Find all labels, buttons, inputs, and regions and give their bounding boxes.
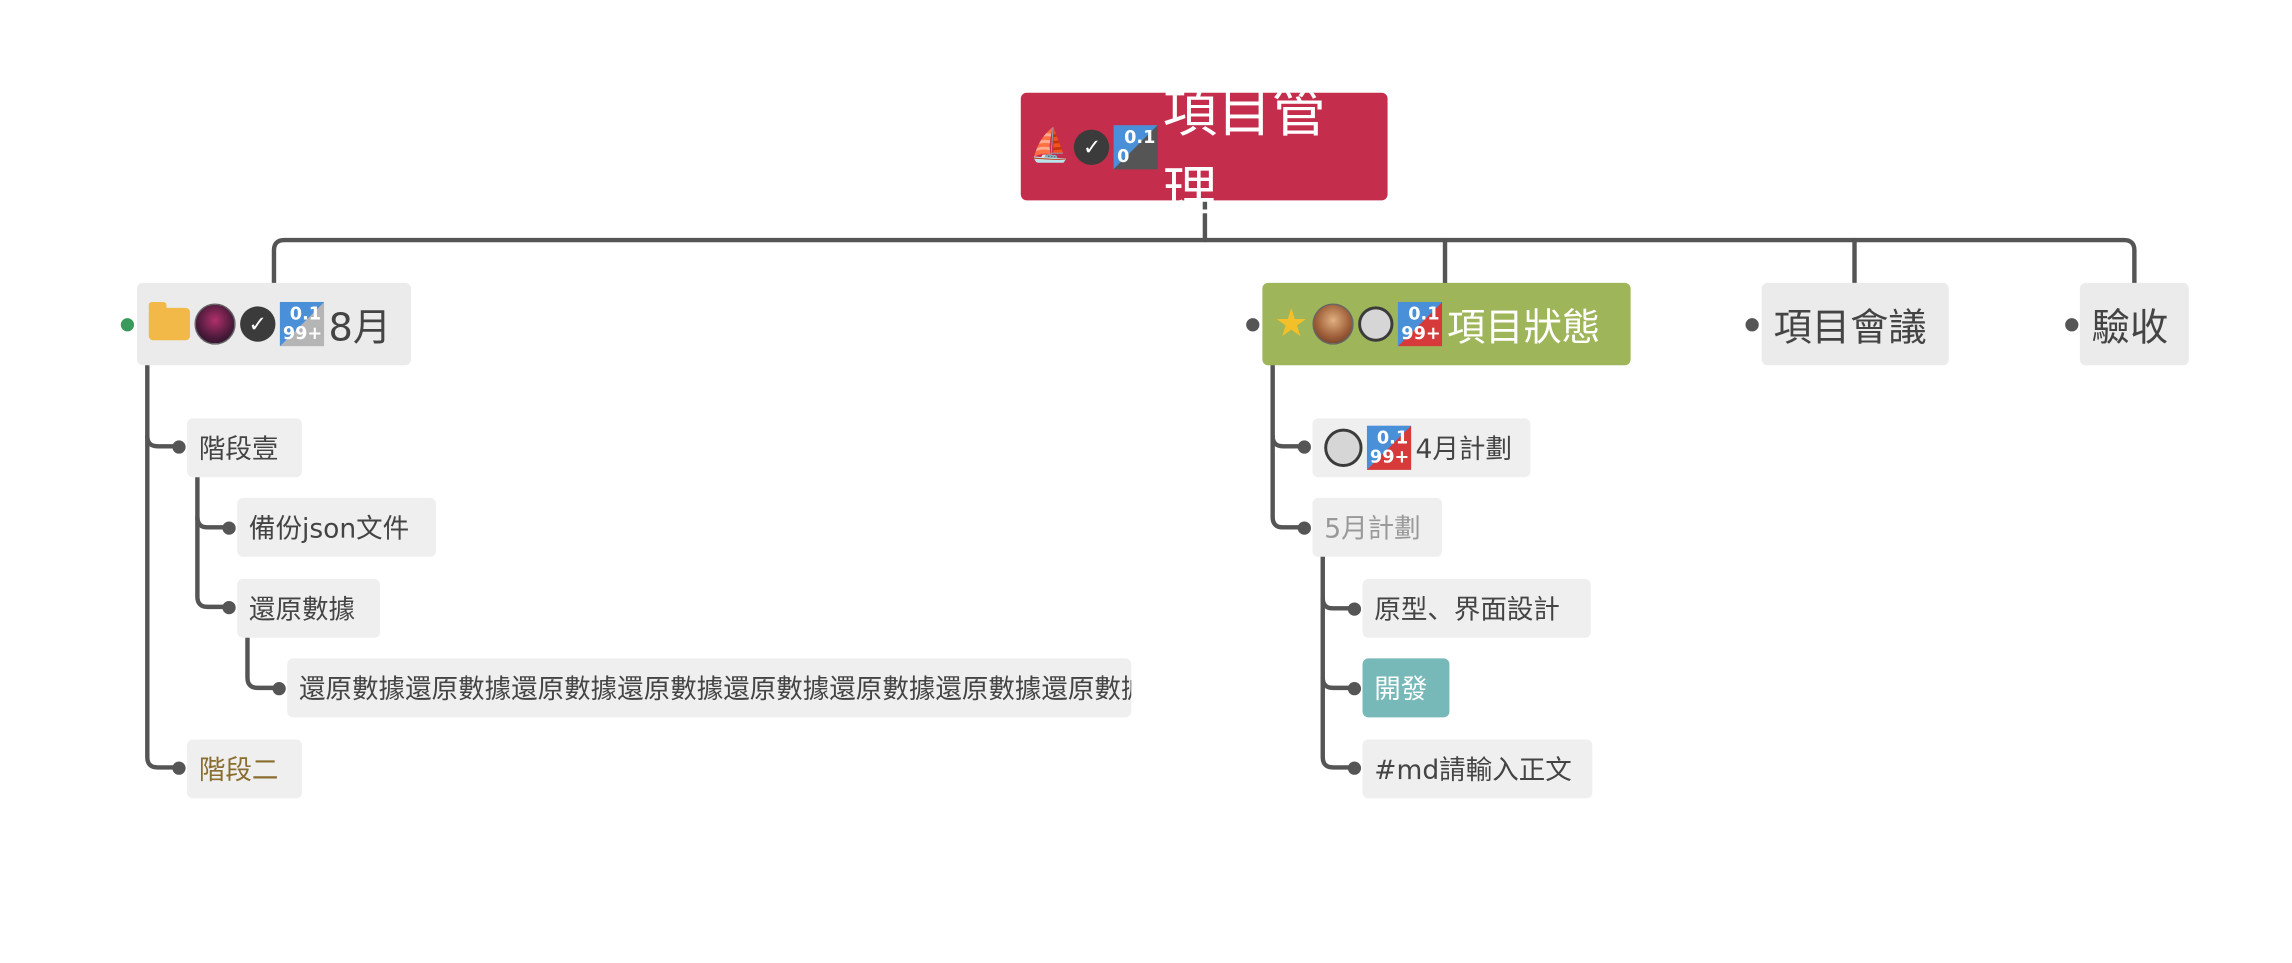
node-label: 備份json文件 [248, 514, 410, 546]
star-icon: ★ [1274, 301, 1309, 347]
node-md-body[interactable]: #md請輸入正文 [1362, 739, 1593, 799]
august-spine [145, 363, 181, 770]
node-dot [1297, 521, 1311, 535]
restore-to-long [245, 634, 281, 691]
node-dot [222, 600, 236, 615]
node-development[interactable]: 開發 [1362, 658, 1450, 718]
stage1-spine [195, 473, 231, 610]
node-label: #md請輸入正文 [1374, 755, 1572, 787]
node-restore-data[interactable]: 還原數據 [237, 578, 381, 638]
branch-label: 項目狀態 [1446, 305, 1601, 350]
branch-acceptance[interactable]: 驗收 [2079, 282, 2189, 366]
collapse-dot[interactable] [120, 318, 135, 332]
node-label: 開發 [1374, 674, 1428, 706]
node-label: 階段二 [198, 755, 279, 787]
node-backup-json[interactable]: 備份json文件 [237, 497, 437, 557]
node-dot [2065, 318, 2079, 332]
node-label: 原型、界面設計 [1374, 595, 1560, 627]
node-prototype-design[interactable]: 原型、界面設計 [1362, 578, 1591, 638]
branch-label: 驗收 [2091, 305, 2169, 350]
branch-project-status[interactable]: ★ 0.1 99+ 項目狀態 [1262, 282, 1631, 366]
node-dot [1347, 602, 1362, 616]
branch-label: 8月 [328, 305, 392, 350]
node-april-plan[interactable]: 0.1 99+ 4月計劃 [1312, 418, 1531, 478]
check-circle-icon: ✓ [240, 306, 276, 342]
branch-project-meeting[interactable]: 項目會議 [1761, 282, 1949, 366]
node-dot [1246, 318, 1260, 332]
node-label: 階段壹 [198, 434, 279, 466]
empty-circle-icon [1324, 428, 1363, 467]
node-dot [172, 440, 186, 454]
node-dot [1347, 761, 1362, 775]
root-node[interactable]: ⛵ ✓ 0.1 0 項目管理 [1020, 80, 1388, 223]
check-circle-icon: ✓ [1074, 128, 1110, 165]
node-dot [1297, 440, 1311, 454]
progress-icon: 0.1 99+ [1398, 301, 1443, 347]
progress-icon: 0.1 99+ [279, 301, 325, 347]
node-stage-2[interactable]: 階段二 [187, 739, 302, 799]
avatar-icon [1312, 303, 1355, 345]
branch-august[interactable]: ✓ 0.1 99+ 8月 [136, 282, 411, 366]
node-dot [172, 761, 186, 775]
node-dot [1347, 681, 1362, 696]
node-label: 還原數據還原數據還原數據還原數據還原數據還原數據還原數據還原數據... [299, 674, 1132, 706]
progress-icon: 0.1 99+ [1366, 425, 1412, 470]
node-dot [1745, 318, 1759, 332]
node-label: 5月計劃 [1324, 514, 1421, 546]
progress-icon: 0.1 0 [1114, 124, 1159, 169]
folder-icon [148, 301, 191, 341]
root-title: 項目管理 [1162, 80, 1327, 224]
sailboat-icon: ⛵ [1029, 128, 1070, 165]
node-label: 還原數據 [248, 595, 355, 627]
node-dot [222, 521, 236, 535]
node-dot [272, 681, 286, 696]
avatar-icon [194, 303, 236, 345]
may-spine [1320, 554, 1356, 770]
node-label: 4月計劃 [1415, 434, 1512, 466]
mind-map: ⛵ ✓ 0.1 0 項目管理 ✓ 0.1 99+ 8月 階段壹 備份json文件… [0, 0, 2292, 963]
node-may-plan[interactable]: 5月計劃 [1312, 497, 1443, 557]
node-restore-data-long[interactable]: 還原數據還原數據還原數據還原數據還原數據還原數據還原數據還原數據... [287, 658, 1132, 718]
branch-label: 項目會議 [1773, 305, 1927, 350]
empty-circle-icon [1358, 306, 1394, 342]
node-stage-1[interactable]: 階段壹 [187, 418, 302, 478]
